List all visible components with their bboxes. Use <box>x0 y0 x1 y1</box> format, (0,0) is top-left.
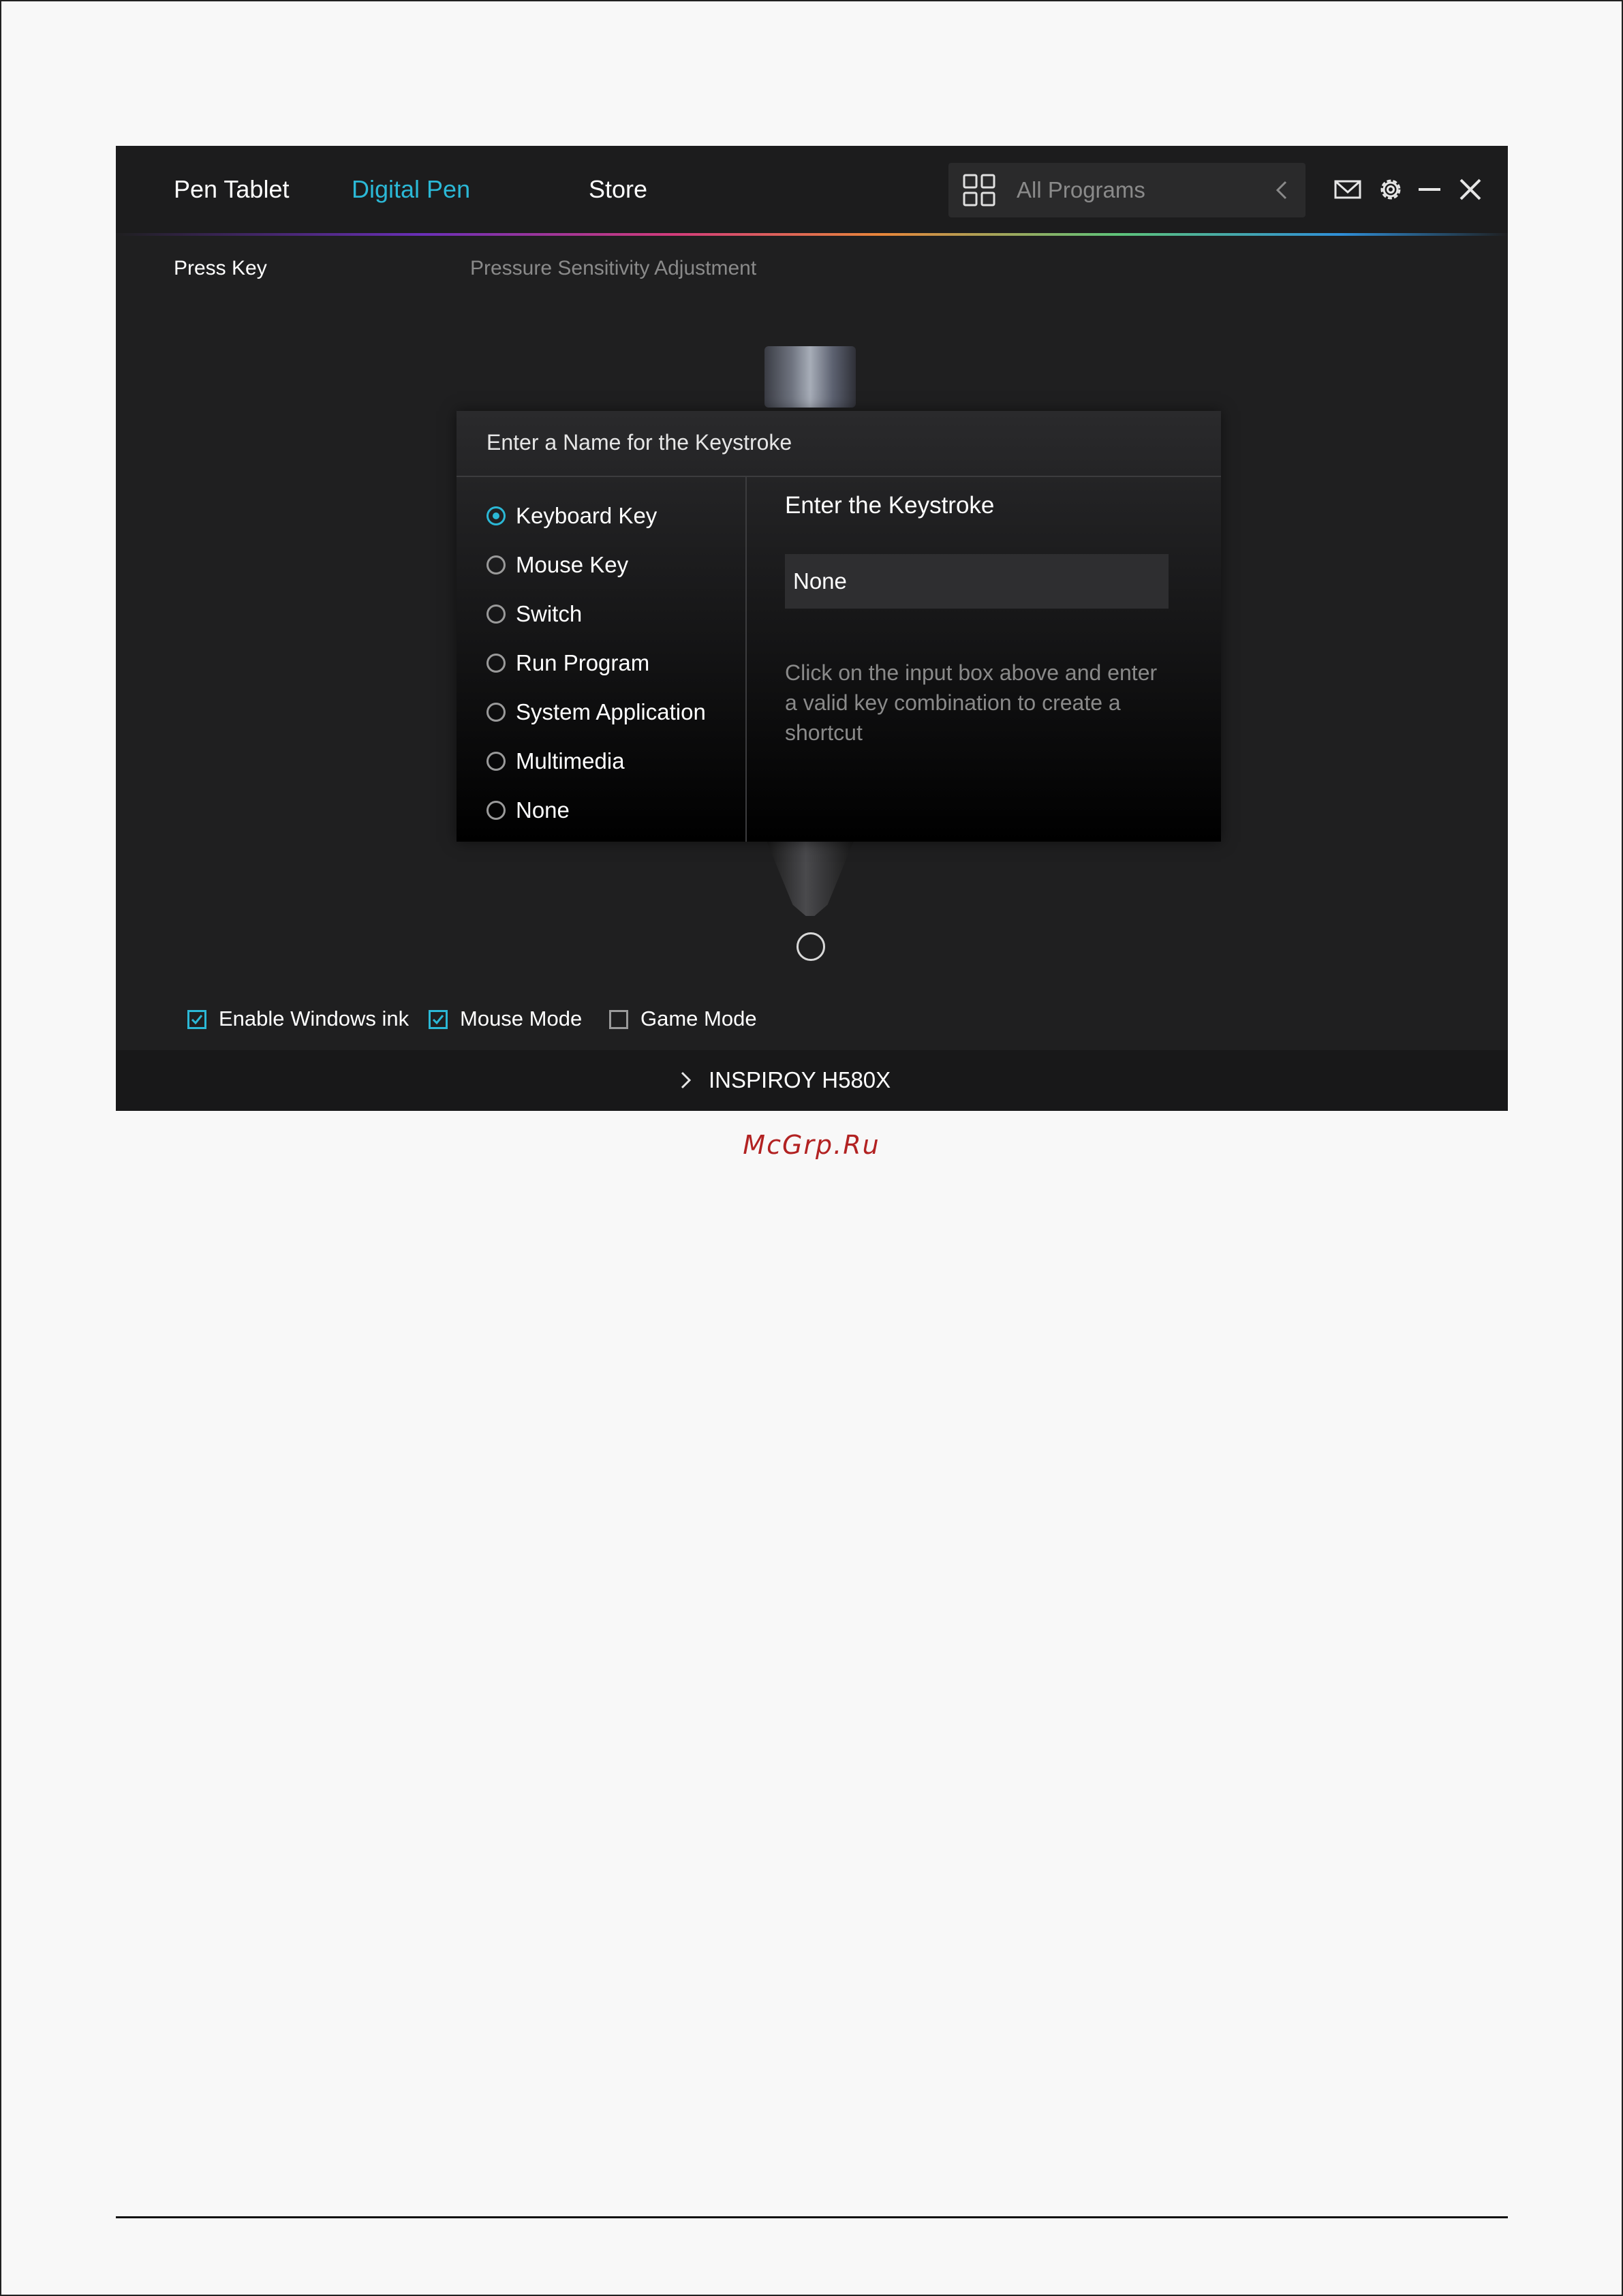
pen-tip-indicator[interactable] <box>797 932 825 961</box>
tab-digital-pen[interactable]: Digital Pen <box>352 174 470 204</box>
dialog-column-divider <box>745 477 747 842</box>
dialog-divider <box>457 476 1221 477</box>
minimize-icon[interactable] <box>1415 174 1444 204</box>
grid-icon <box>963 174 995 206</box>
pen-image-tip <box>767 841 854 916</box>
tab-pen-tablet[interactable]: Pen Tablet <box>174 174 289 204</box>
checkbox-icon[interactable] <box>609 1010 628 1029</box>
option-label: None <box>516 797 570 823</box>
option-label: Switch <box>516 601 583 626</box>
tab-store[interactable]: Store <box>589 174 647 204</box>
header-accent-line <box>116 233 1508 236</box>
device-name: INSPIROY H580X <box>709 1067 891 1092</box>
checkbox-checked-icon[interactable] <box>187 1010 206 1029</box>
chevron-right-icon[interactable] <box>678 1069 693 1091</box>
subtab-pressure-sensitivity[interactable]: Pressure Sensitivity Adjustment <box>470 256 756 281</box>
close-icon[interactable] <box>1455 174 1485 204</box>
radio-icon[interactable] <box>486 604 506 624</box>
pen-image-top <box>764 346 856 408</box>
checkbox-label: Mouse Mode <box>460 1007 583 1030</box>
program-selector[interactable]: All Programs <box>948 163 1305 217</box>
radio-icon[interactable] <box>486 703 506 722</box>
option-label: Run Program <box>516 650 650 675</box>
dialog-title[interactable]: Enter a Name for the Keystroke <box>486 429 792 456</box>
device-bar[interactable]: INSPIROY H580X <box>116 1050 1508 1111</box>
keystroke-title: Enter the Keystroke <box>785 492 995 519</box>
checkbox-label: Enable Windows ink <box>219 1007 409 1030</box>
option-label: Mouse Key <box>516 552 629 577</box>
subtab-press-key[interactable]: Press Key <box>174 256 267 281</box>
checkmark-icon <box>191 1015 203 1025</box>
program-selector-label: All Programs <box>1017 177 1145 202</box>
keystroke-dialog: Enter a Name for the Keystroke Keyboard … <box>457 411 1221 842</box>
checkmark-icon <box>432 1015 444 1025</box>
page-footer-rule <box>116 2216 1508 2218</box>
keystroke-input[interactable] <box>785 554 1169 609</box>
radio-selected-icon[interactable] <box>486 506 506 525</box>
radio-icon[interactable] <box>486 801 506 820</box>
app-window: Pen Tablet Digital Pen Store All Program… <box>116 146 1508 1111</box>
mail-icon[interactable] <box>1333 174 1363 204</box>
watermark: McGrp.Ru <box>743 1130 880 1160</box>
radio-icon[interactable] <box>486 654 506 673</box>
gear-icon[interactable] <box>1376 174 1406 204</box>
radio-icon[interactable] <box>486 555 506 575</box>
top-bar: Pen Tablet Digital Pen Store All Program… <box>116 146 1508 233</box>
option-label: System Application <box>516 699 706 724</box>
keystroke-hint: Click on the input box above and enter a… <box>785 660 1158 745</box>
radio-icon[interactable] <box>486 752 506 771</box>
chevron-left-icon[interactable] <box>1273 178 1290 202</box>
checkbox-label: Game Mode <box>640 1007 757 1030</box>
checkbox-checked-icon[interactable] <box>429 1010 448 1029</box>
option-label: Keyboard Key <box>516 503 658 528</box>
option-label: Multimedia <box>516 748 625 774</box>
